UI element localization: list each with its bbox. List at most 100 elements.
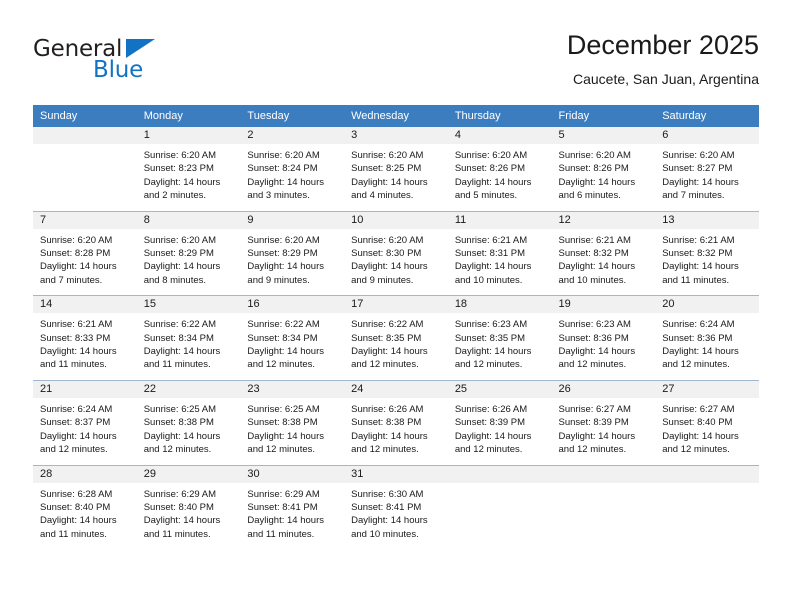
day-number: 30 [240, 465, 345, 483]
day-detail-line: and 11 minutes. [247, 528, 315, 540]
calendar-day-cell[interactable]: 10 Sunrise: 6:20 AM Sunset: 8:30 PM Dayligh… [344, 210, 448, 296]
calendar-day-cell[interactable]: 13 Sunrise: 6:21 AM Sunset: 8:32 PM Dayligh… [655, 210, 759, 296]
day-detail-line: Sunset: 8:37 PM [40, 417, 111, 429]
calendar-day-cell[interactable]: 26 Sunrise: 6:27 AM Sunset: 8:39 PM Dayligh… [551, 379, 656, 465]
day-details: Sunrise: 6:20 AM Sunset: 8:28 PM Daylight:… [33, 229, 137, 296]
day-detail-line: Sunset: 8:41 PM [247, 501, 318, 513]
day-detail-line: Daylight: 14 hours [247, 261, 324, 273]
day-number [33, 127, 137, 144]
calendar-day-cell[interactable]: 9 Sunrise: 6:20 AM Sunset: 8:29 PM Daylight… [240, 210, 345, 296]
calendar-day-cell[interactable]: 17 Sunrise: 6:22 AM Sunset: 8:35 PM Dayligh… [344, 295, 448, 381]
day-detail-line: Sunrise: 6:23 AM [454, 319, 528, 331]
calendar-day-cell[interactable]: 2 Sunrise: 6:20 AM Sunset: 8:24 PM Daylight… [240, 127, 345, 211]
day-number: 27 [655, 380, 759, 398]
calendar-day-cell[interactable]: 3 Sunrise: 6:20 AM Sunset: 8:25 PM Daylight… [344, 127, 448, 211]
calendar-day-cell[interactable]: 6 Sunrise: 6:20 AM Sunset: 8:27 PM Daylight… [655, 127, 759, 211]
calendar-day-cell[interactable]: 12 Sunrise: 6:21 AM Sunset: 8:32 PM Dayligh… [551, 210, 656, 296]
calendar-week-row: 7 Sunrise: 6:20 AM Sunset: 8:28 PM Daylight… [33, 210, 759, 296]
day-details: Sunrise: 6:20 AM Sunset: 8:25 PM Daylight:… [344, 144, 448, 211]
day-details: Sunrise: 6:29 AM Sunset: 8:41 PM Daylight:… [240, 483, 344, 550]
day-detail-line: Sunset: 8:41 PM [351, 501, 422, 513]
calendar-empty-cell [551, 464, 656, 550]
day-details: Sunrise: 6:23 AM Sunset: 8:35 PM Daylight:… [448, 313, 552, 380]
day-number: 5 [551, 127, 656, 144]
day-detail-line: Sunrise: 6:22 AM [247, 319, 320, 331]
day-detail-line: Sunrise: 6:27 AM [662, 403, 735, 415]
day-detail-line: Sunrise: 6:21 AM [40, 319, 113, 331]
day-number: 21 [33, 380, 137, 398]
day-detail-line: Daylight: 14 hours [454, 176, 532, 188]
calendar-day-cell[interactable]: 16 Sunrise: 6:22 AM Sunset: 8:34 PM Dayligh… [240, 295, 345, 381]
calendar-day-cell[interactable]: 18 Sunrise: 6:23 AM Sunset: 8:35 PM Dayligh… [447, 295, 552, 381]
day-detail-line: Sunset: 8:40 PM [662, 417, 733, 429]
day-detail-line: Sunrise: 6:25 AM [143, 403, 217, 415]
day-detail-line: Daylight: 14 hours [247, 176, 324, 188]
calendar-day-cell[interactable]: 30 Sunrise: 6:29 AM Sunset: 8:41 PM Dayligh… [240, 464, 345, 550]
day-details [655, 483, 759, 549]
calendar-day-cell[interactable]: 7 Sunrise: 6:20 AM Sunset: 8:28 PM Daylight… [33, 210, 137, 296]
day-detail-line: Sunset: 8:32 PM [662, 248, 733, 260]
day-detail-line: Sunrise: 6:20 AM [558, 150, 631, 161]
day-detail-line: Daylight: 14 hours [143, 430, 221, 442]
calendar-day-cell[interactable]: 5 Sunrise: 6:20 AM Sunset: 8:26 PM Daylight… [551, 127, 656, 211]
calendar-day-cell[interactable]: 28 Sunrise: 6:28 AM Sunset: 8:40 PM Dayligh… [33, 464, 137, 550]
calendar-empty-cell [33, 127, 137, 211]
day-detail-line: Sunrise: 6:20 AM [247, 150, 320, 161]
calendar-day-cell[interactable]: 4 Sunrise: 6:20 AM Sunset: 8:26 PM Daylight… [447, 127, 552, 211]
day-detail-line: Sunrise: 6:29 AM [143, 488, 217, 500]
calendar-day-cell[interactable]: 23 Sunrise: 6:25 AM Sunset: 8:38 PM Dayligh… [240, 379, 345, 465]
calendar-day-cell[interactable]: 25 Sunrise: 6:26 AM Sunset: 8:39 PM Dayligh… [447, 379, 552, 465]
day-details: Sunrise: 6:29 AM Sunset: 8:40 PM Daylight:… [137, 483, 241, 550]
day-detail-line: Daylight: 14 hours [454, 261, 532, 273]
calendar-day-cell[interactable]: 20 Sunrise: 6:24 AM Sunset: 8:36 PM Dayligh… [655, 295, 759, 381]
day-number: 29 [136, 465, 241, 483]
day-detail-line: Sunset: 8:38 PM [143, 417, 214, 429]
day-number: 10 [344, 211, 448, 229]
day-detail-line: and 2 minutes. [143, 190, 207, 202]
calendar-day-cell[interactable]: 21 Sunrise: 6:24 AM Sunset: 8:37 PM Dayligh… [33, 379, 137, 465]
day-number: 18 [447, 296, 552, 314]
calendar-day-cell[interactable]: 29 Sunrise: 6:29 AM Sunset: 8:40 PM Dayligh… [136, 464, 241, 550]
calendar-day-cell[interactable]: 24 Sunrise: 6:26 AM Sunset: 8:38 PM Dayligh… [344, 379, 448, 465]
day-detail-line: and 11 minutes. [143, 528, 211, 540]
day-detail-line: Daylight: 14 hours [143, 346, 221, 358]
calendar-day-cell[interactable]: 14 Sunrise: 6:21 AM Sunset: 8:33 PM Dayligh… [33, 295, 137, 381]
day-detail-line: Sunrise: 6:23 AM [558, 319, 631, 331]
calendar-day-cell[interactable]: 8 Sunrise: 6:20 AM Sunset: 8:29 PM Daylight… [136, 210, 241, 296]
calendar-day-cell[interactable]: 31 Sunrise: 6:30 AM Sunset: 8:41 PM Dayligh… [344, 464, 448, 550]
calendar-week-row: 21 Sunrise: 6:24 AM Sunset: 8:37 PM Dayligh… [33, 379, 759, 465]
day-detail-line: Sunset: 8:24 PM [247, 163, 318, 175]
day-details: Sunrise: 6:26 AM Sunset: 8:39 PM Daylight:… [448, 398, 552, 465]
calendar-week-row: 14 Sunrise: 6:21 AM Sunset: 8:33 PM Dayligh… [33, 295, 759, 381]
calendar-day-cell[interactable]: 22 Sunrise: 6:25 AM Sunset: 8:38 PM Dayligh… [136, 379, 241, 465]
calendar-header-row: Sunday Monday Tuesday Wednesday Thursday Frid… [33, 105, 759, 127]
day-details: Sunrise: 6:21 AM Sunset: 8:31 PM Daylight:… [448, 229, 552, 296]
day-detail-line: Sunset: 8:38 PM [247, 417, 318, 429]
day-detail-line: Sunrise: 6:26 AM [454, 403, 528, 415]
calendar-day-cell[interactable]: 19 Sunrise: 6:23 AM Sunset: 8:36 PM Dayligh… [551, 295, 656, 381]
day-detail-line: and 4 minutes. [351, 190, 414, 202]
day-detail-line: Sunrise: 6:20 AM [351, 150, 424, 161]
day-number: 11 [447, 211, 552, 229]
calendar-day-cell[interactable]: 27 Sunrise: 6:27 AM Sunset: 8:40 PM Dayligh… [655, 379, 759, 465]
page-subtitle: Caucete, San Juan, Argentina [572, 71, 759, 87]
day-detail-line: and 8 minutes. [143, 274, 207, 286]
day-detail-line: and 12 minutes. [454, 444, 523, 456]
day-detail-line: Daylight: 14 hours [558, 430, 636, 442]
day-detail-line: Sunrise: 6:20 AM [143, 150, 217, 161]
calendar-day-cell[interactable]: 15 Sunrise: 6:22 AM Sunset: 8:34 PM Dayligh… [136, 295, 241, 381]
day-details [552, 483, 656, 549]
calendar-day-cell[interactable]: 11 Sunrise: 6:21 AM Sunset: 8:31 PM Dayligh… [447, 210, 552, 296]
calendar-day-cell[interactable]: 1 Sunrise: 6:20 AM Sunset: 8:23 PM Daylight… [136, 127, 241, 211]
day-detail-line: Daylight: 14 hours [662, 346, 739, 358]
page-header: General Blue December 2025 Caucete, San … [33, 28, 759, 100]
day-detail-line: Sunrise: 6:20 AM [662, 150, 735, 161]
day-details: Sunrise: 6:20 AM Sunset: 8:29 PM Daylight:… [240, 229, 344, 296]
day-details: Sunrise: 6:28 AM Sunset: 8:40 PM Daylight:… [33, 483, 137, 550]
day-detail-line: Daylight: 14 hours [558, 176, 636, 188]
day-detail-line: Daylight: 14 hours [40, 430, 117, 442]
day-detail-line: and 12 minutes. [662, 359, 730, 371]
day-detail-line: Daylight: 14 hours [662, 430, 739, 442]
day-number: 24 [344, 380, 448, 398]
day-detail-line: Sunrise: 6:24 AM [40, 403, 113, 415]
